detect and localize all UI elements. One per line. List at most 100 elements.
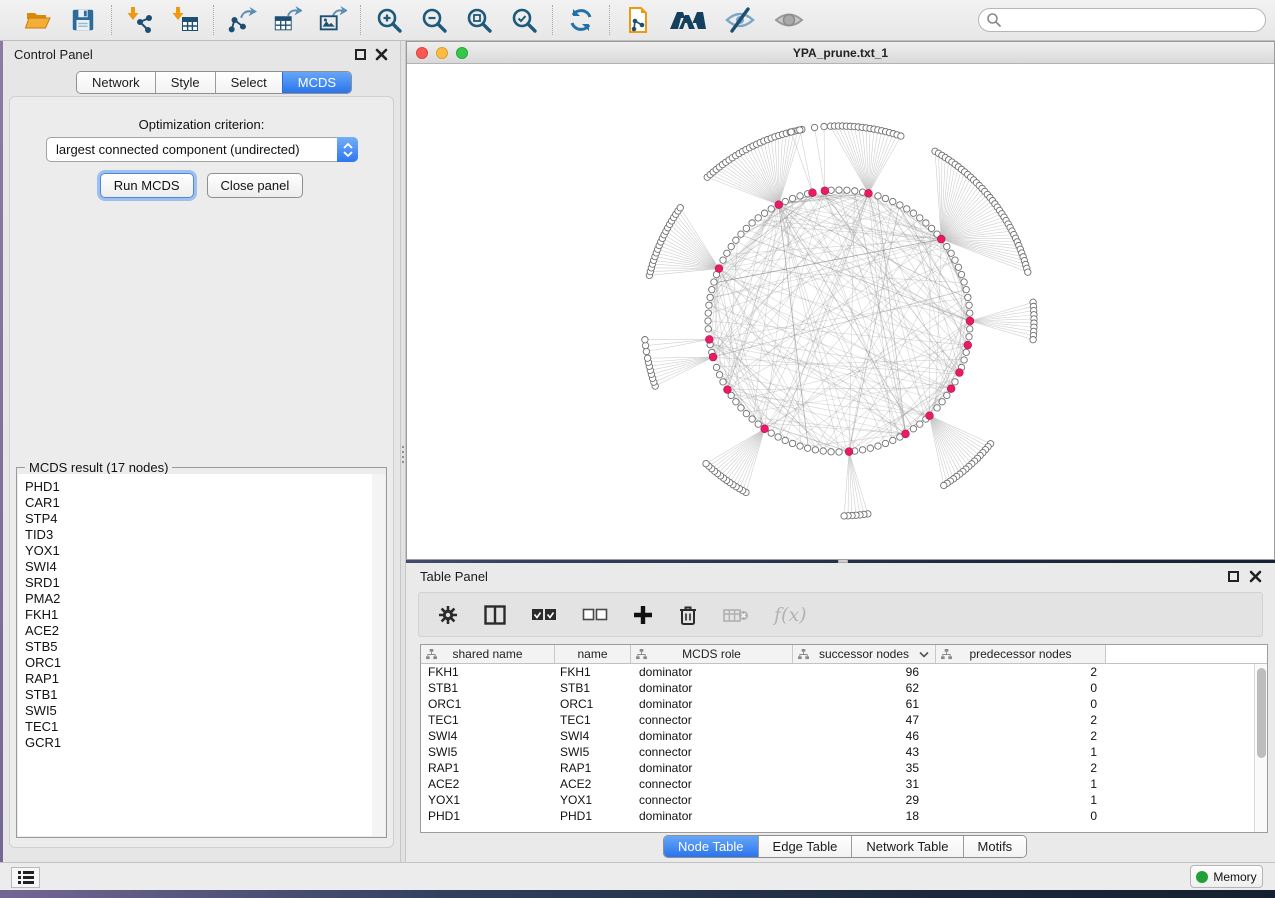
mcds-node[interactable] bbox=[845, 448, 853, 456]
import-network-button[interactable] bbox=[125, 5, 155, 35]
network-node[interactable] bbox=[890, 198, 896, 204]
network-node[interactable] bbox=[958, 271, 964, 277]
table-options-button[interactable] bbox=[437, 604, 459, 626]
network-node[interactable] bbox=[890, 437, 896, 443]
export-image-button[interactable] bbox=[317, 5, 347, 35]
mcds-result-item[interactable]: YOX1 bbox=[25, 543, 372, 559]
select-all-columns-button[interactable] bbox=[531, 608, 557, 622]
leaf-node[interactable] bbox=[1025, 269, 1031, 275]
network-node[interactable] bbox=[910, 426, 916, 432]
table-row[interactable]: FKH1FKH1dominator962 bbox=[421, 664, 1267, 680]
toggle-column-panel-button[interactable] bbox=[484, 605, 506, 625]
network-node[interactable] bbox=[789, 440, 795, 446]
mcds-node[interactable] bbox=[709, 353, 717, 361]
network-node[interactable] bbox=[812, 447, 818, 453]
table-cell[interactable]: 61 bbox=[793, 696, 936, 712]
create-column-button[interactable] bbox=[633, 605, 653, 625]
network-node[interactable] bbox=[709, 286, 715, 292]
leaf-node[interactable] bbox=[788, 129, 794, 135]
table-cell[interactable]: STB1 bbox=[555, 680, 631, 696]
network-node[interactable] bbox=[797, 193, 803, 199]
zoom-out-button[interactable] bbox=[419, 5, 449, 35]
network-node[interactable] bbox=[768, 430, 774, 436]
function-builder-button[interactable]: f(x) bbox=[774, 604, 807, 626]
leaf-node[interactable] bbox=[811, 124, 817, 130]
table-row[interactable]: STB1STB1dominator620 bbox=[421, 680, 1267, 696]
table-cell[interactable]: 0 bbox=[936, 680, 1106, 696]
column-header-successor-nodes[interactable]: successor nodes bbox=[793, 645, 936, 663]
mcds-node[interactable] bbox=[926, 412, 934, 420]
network-node[interactable] bbox=[966, 302, 972, 308]
network-node[interactable] bbox=[882, 440, 888, 446]
table-cell[interactable]: 2 bbox=[936, 664, 1106, 680]
network-node[interactable] bbox=[952, 379, 958, 385]
network-node[interactable] bbox=[852, 188, 858, 194]
table-row[interactable]: PHD1PHD1dominator180 bbox=[421, 808, 1267, 824]
leaf-node[interactable] bbox=[677, 205, 683, 211]
table-cell[interactable]: 62 bbox=[793, 680, 936, 696]
leaf-node[interactable] bbox=[941, 482, 947, 488]
table-cell[interactable]: 47 bbox=[793, 712, 936, 728]
table-cell[interactable]: 0 bbox=[936, 808, 1106, 824]
mcds-result-item[interactable]: SWI4 bbox=[25, 559, 372, 575]
network-node[interactable] bbox=[720, 257, 726, 263]
network-node[interactable] bbox=[749, 220, 755, 226]
table-cell[interactable]: dominator bbox=[631, 760, 793, 776]
network-node[interactable] bbox=[955, 264, 961, 270]
network-node[interactable] bbox=[782, 198, 788, 204]
mcds-node[interactable] bbox=[947, 385, 955, 393]
network-node[interactable] bbox=[775, 434, 781, 440]
mcds-node[interactable] bbox=[715, 265, 723, 273]
table-cell[interactable]: PHD1 bbox=[555, 808, 631, 824]
network-node[interactable] bbox=[705, 326, 711, 332]
network-node[interactable] bbox=[789, 195, 795, 201]
mcds-result-item[interactable]: TEC1 bbox=[25, 719, 372, 735]
zoom-fit-button[interactable] bbox=[464, 5, 494, 35]
show-task-history-button[interactable] bbox=[11, 867, 40, 888]
mcds-node[interactable] bbox=[809, 189, 817, 197]
mcds-result-item[interactable]: SWI5 bbox=[25, 703, 372, 719]
table-row[interactable]: ORC1ORC1dominator610 bbox=[421, 696, 1267, 712]
mcds-result-item[interactable]: ORC1 bbox=[25, 655, 372, 671]
mcds-node[interactable] bbox=[761, 425, 769, 433]
leaf-node[interactable] bbox=[797, 127, 803, 133]
mcds-node[interactable] bbox=[821, 187, 829, 195]
mcds-result-item[interactable]: SRD1 bbox=[25, 575, 372, 591]
zoom-selected-button[interactable] bbox=[509, 5, 539, 35]
network-node[interactable] bbox=[967, 326, 973, 332]
close-panel-icon[interactable] bbox=[375, 48, 388, 61]
memory-button[interactable]: Memory bbox=[1190, 865, 1263, 888]
table-cell[interactable]: 2 bbox=[936, 760, 1106, 776]
mcds-result-item[interactable]: STB5 bbox=[25, 639, 372, 655]
table-cell[interactable]: 1 bbox=[936, 792, 1106, 808]
network-node[interactable] bbox=[713, 364, 719, 370]
column-header-name[interactable]: name bbox=[555, 645, 631, 663]
leaf-node[interactable] bbox=[642, 342, 648, 348]
table-cell[interactable]: 35 bbox=[793, 760, 936, 776]
network-node[interactable] bbox=[917, 421, 923, 427]
network-node[interactable] bbox=[755, 215, 761, 221]
network-node[interactable] bbox=[963, 286, 969, 292]
close-table-panel-icon[interactable] bbox=[1249, 570, 1262, 583]
table-cell[interactable]: SWI5 bbox=[555, 744, 631, 760]
import-table-button[interactable] bbox=[170, 5, 200, 35]
network-node[interactable] bbox=[963, 349, 969, 355]
network-node[interactable] bbox=[965, 294, 971, 300]
leaf-node[interactable] bbox=[644, 355, 650, 361]
show-panel-button[interactable] bbox=[772, 5, 806, 35]
table-cell[interactable]: TEC1 bbox=[555, 712, 631, 728]
mcds-result-item[interactable]: ACE2 bbox=[25, 623, 372, 639]
mcds-result-item[interactable]: PHD1 bbox=[25, 479, 372, 495]
network-node[interactable] bbox=[875, 193, 881, 199]
table-cell[interactable]: dominator bbox=[631, 728, 793, 744]
mcds-node[interactable] bbox=[724, 386, 732, 394]
leaf-node[interactable] bbox=[1030, 336, 1036, 342]
open-file-button[interactable] bbox=[23, 5, 53, 35]
table-scrollbar-thumb[interactable] bbox=[1257, 668, 1266, 758]
column-header-MCDS-role[interactable]: MCDS role bbox=[631, 645, 793, 663]
table-cell[interactable]: connector bbox=[631, 744, 793, 760]
network-node[interactable] bbox=[711, 279, 717, 285]
mcds-node[interactable] bbox=[964, 341, 972, 349]
network-node[interactable] bbox=[820, 448, 826, 454]
network-node[interactable] bbox=[859, 447, 865, 453]
